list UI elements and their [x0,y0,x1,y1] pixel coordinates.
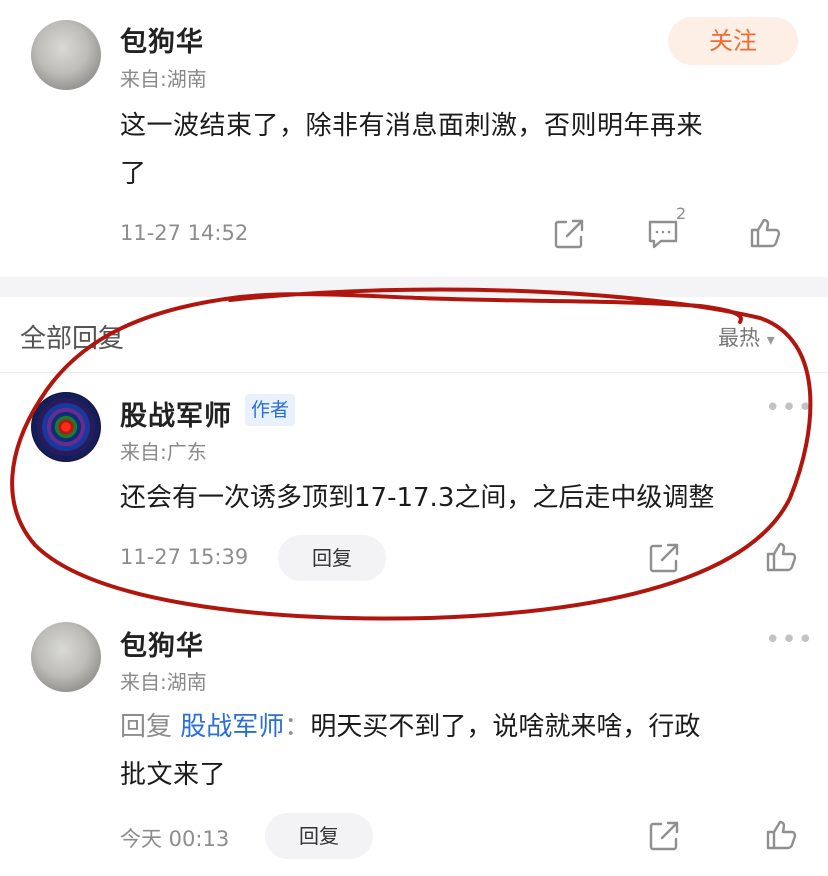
timestamp: 今天 00:13 [120,827,230,851]
sort-label: 最热 [718,326,760,350]
username[interactable]: 包狗华 [120,624,204,663]
chevron-down-icon: ▾ [766,330,775,349]
avatar[interactable] [31,392,101,462]
like-icon[interactable] [764,818,798,852]
follow-button[interactable]: 关注 [668,17,798,65]
avatar[interactable] [31,20,101,90]
comment-icon[interactable] [646,218,680,250]
reply-button[interactable]: 回复 [265,813,373,859]
more-icon[interactable]: ••• [765,627,814,653]
user-location: 来自:广东 [120,440,207,464]
reply-prefix: 回复 [120,712,173,742]
comment-text-line: 这一波结束了，除非有消息面刺激，否则明年再来 [120,111,704,141]
reply-to-user-link[interactable]: 股战军师 [180,712,284,742]
share-icon[interactable] [552,217,586,251]
user-location: 来自:湖南 [120,67,207,91]
share-icon[interactable] [647,819,681,853]
timestamp: 11-27 14:52 [120,221,249,245]
comment-text-line: 回复 股战军师：明天买不到了，说啥就来啥，行政 [120,703,700,751]
comment-text: 明天买不到了，说啥就来啥，行政 [310,712,701,742]
user-location: 来自:湖南 [120,670,207,694]
avatar[interactable] [31,622,101,692]
like-icon[interactable] [748,216,782,250]
author-badge: 作者 [245,394,296,426]
section-divider [0,277,828,297]
username[interactable]: 包狗华 [120,20,204,59]
replies-title: 全部回复 [20,324,125,354]
divider-line [0,372,828,373]
more-icon[interactable]: ••• [765,395,814,421]
like-icon[interactable] [764,540,798,574]
comment-count: 2 [676,204,687,223]
comment-text-line: 批文来了 [120,760,227,790]
sort-dropdown[interactable]: 最热 ▾ [718,322,775,352]
share-icon[interactable] [647,541,681,575]
timestamp: 11-27 15:39 [120,545,249,569]
username[interactable]: 股战军师 [120,394,232,433]
comment-text: 还会有一次诱多顶到17-17.3之间，之后走中级调整 [120,483,715,513]
comment-text-line: 了 [120,159,147,189]
reply-button[interactable]: 回复 [278,535,386,581]
reply-colon: ： [284,712,311,742]
